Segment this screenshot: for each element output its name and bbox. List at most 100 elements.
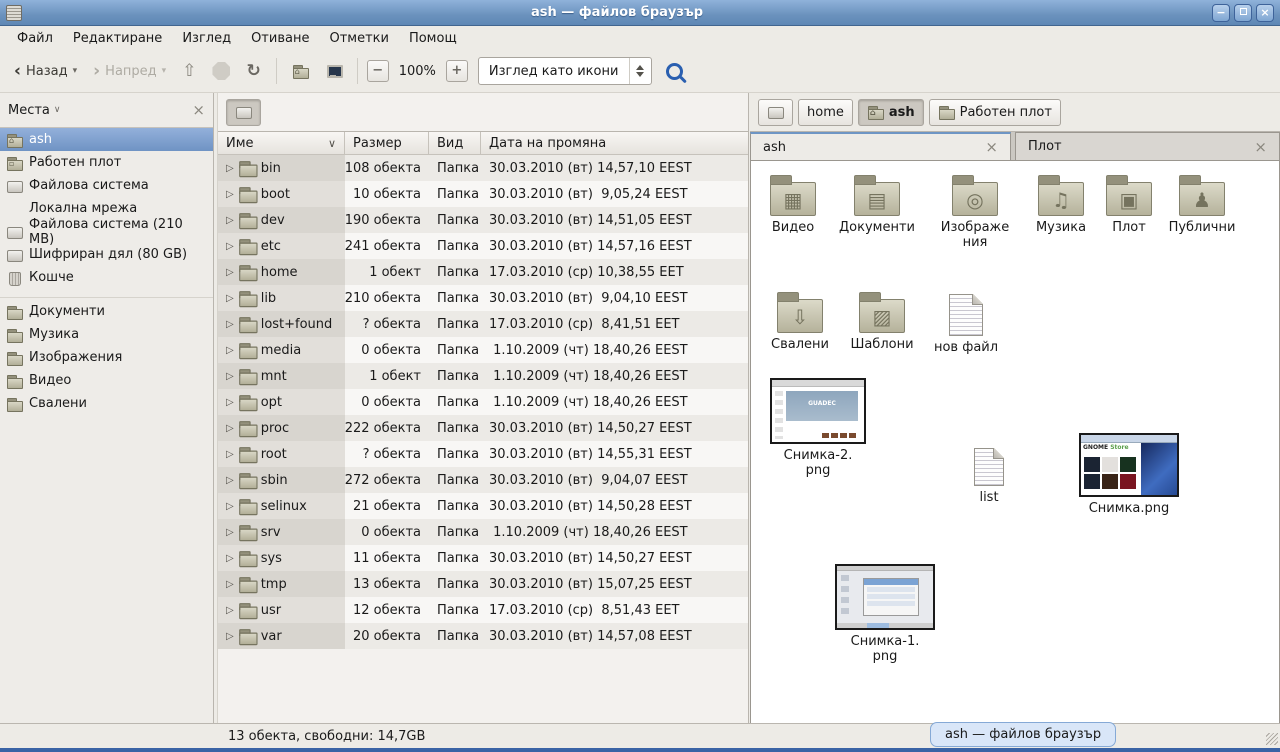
expander-icon[interactable]: ▷ <box>226 449 234 460</box>
close-button[interactable]: × <box>1256 4 1274 22</box>
sidebar-item-Видео[interactable]: Видео <box>0 369 213 392</box>
table-row[interactable]: ▷dev190 обектаПапка30.03.2010 (вт) 14,51… <box>218 207 748 233</box>
expander-icon[interactable]: ▷ <box>226 241 234 252</box>
menu-item-отиване[interactable]: Отиване <box>242 29 318 48</box>
sidebar-item-Свалени[interactable]: Свалени <box>0 392 213 415</box>
stop-button[interactable] <box>206 58 236 84</box>
reload-button[interactable]: ↻ <box>240 57 266 85</box>
tab-ash[interactable]: ash× <box>750 132 1011 160</box>
file-item-Свалени[interactable]: ⇩Свалени <box>758 290 842 352</box>
table-row[interactable]: ▷media0 обектаПапка 1.10.2009 (чт) 18,40… <box>218 337 748 363</box>
table-row[interactable]: ▷srv0 обектаПапка 1.10.2009 (чт) 18,40,2… <box>218 519 748 545</box>
computer-button[interactable] <box>319 59 348 83</box>
file-item-Снимка.png[interactable]: GNOME StoreСнимка.png <box>1074 433 1184 516</box>
sidebar-item-Изображения[interactable]: Изображения <box>0 346 213 369</box>
file-item-Публични[interactable]: ♟Публични <box>1160 173 1244 235</box>
sidebar-item-Файлова система[interactable]: Файлова система <box>0 174 213 197</box>
expander-icon[interactable]: ▷ <box>226 527 234 538</box>
breadcrumb-button-root[interactable] <box>226 99 261 126</box>
table-row[interactable]: ▷bin108 обектаПапка30.03.2010 (вт) 14,57… <box>218 155 748 181</box>
search-icon[interactable] <box>666 63 683 80</box>
sidebar-item-Файлова система (210 MB)[interactable]: Файлова система (210 MB) <box>0 220 213 243</box>
up-button[interactable]: ⇧ <box>176 57 202 85</box>
view-mode-combo[interactable]: Изглед като икони <box>478 57 652 85</box>
forward-button[interactable]: › Напред ▾ <box>87 60 172 83</box>
resize-grip[interactable] <box>1266 733 1278 745</box>
file-item-Плот[interactable]: ▣Плот <box>1087 173 1171 235</box>
sidebar-header-selector[interactable]: Места ∨ <box>8 103 61 118</box>
titlebar[interactable]: ash — файлов браузър − × <box>0 0 1280 26</box>
menu-item-редактиране[interactable]: Редактиране <box>64 29 171 48</box>
table-row[interactable]: ▷sys11 обектаПапка30.03.2010 (вт) 14,50,… <box>218 545 748 571</box>
sidebar-item-Кошче[interactable]: Кошче <box>0 266 213 289</box>
file-item-Изображения[interactable]: ◎Изображения <box>933 173 1017 250</box>
table-row[interactable]: ▷root? обектаПапка30.03.2010 (вт) 14,55,… <box>218 441 748 467</box>
maximize-button[interactable] <box>1234 4 1252 22</box>
sidebar-item-Музика[interactable]: Музика <box>0 323 213 346</box>
file-item-Снимка-2.png[interactable]: GUADECСнимка-2.png <box>763 378 873 478</box>
table-row[interactable]: ▷sbin272 обектаПапка30.03.2010 (вт) 9,04… <box>218 467 748 493</box>
expander-icon[interactable]: ▷ <box>226 293 234 304</box>
file-item-Документи[interactable]: ▤Документи <box>835 173 919 235</box>
expander-icon[interactable]: ▷ <box>226 345 234 356</box>
forward-dropdown-icon[interactable]: ▾ <box>162 66 167 76</box>
expander-icon[interactable]: ▷ <box>226 267 234 278</box>
file-item-Шаблони[interactable]: ▨Шаблони <box>840 290 924 352</box>
table-row[interactable]: ▷mnt1 обектПапка 1.10.2009 (чт) 18,40,26… <box>218 363 748 389</box>
column-header-name[interactable]: Име ∨ <box>218 132 345 154</box>
tab-close-icon[interactable]: × <box>985 141 998 153</box>
expander-icon[interactable]: ▷ <box>226 163 234 174</box>
expander-icon[interactable]: ▷ <box>226 319 234 330</box>
table-row[interactable]: ▷opt0 обектаПапка 1.10.2009 (чт) 18,40,2… <box>218 389 748 415</box>
expander-icon[interactable]: ▷ <box>226 631 234 642</box>
table-row[interactable]: ▷lost+found? обектаПапка17.03.2010 (ср) … <box>218 311 748 337</box>
sidebar-item-Шифриран дял (80 GB)[interactable]: Шифриран дял (80 GB) <box>0 243 213 266</box>
expander-icon[interactable]: ▷ <box>226 189 234 200</box>
table-row[interactable]: ▷selinux21 обектаПапка30.03.2010 (вт) 14… <box>218 493 748 519</box>
table-row[interactable]: ▷boot10 обектаПапка30.03.2010 (вт) 9,05,… <box>218 181 748 207</box>
table-row[interactable]: ▷etc241 обектаПапка30.03.2010 (вт) 14,57… <box>218 233 748 259</box>
expander-icon[interactable]: ▷ <box>226 423 234 434</box>
file-item-list[interactable]: list <box>934 444 1044 505</box>
breadcrumb-button-root[interactable] <box>758 99 793 126</box>
home-button[interactable]: ⌂ <box>286 59 315 83</box>
expander-icon[interactable]: ▷ <box>226 553 234 564</box>
table-row[interactable]: ▷usr12 обектаПапка17.03.2010 (ср) 8,51,4… <box>218 597 748 623</box>
breadcrumb-button-ash[interactable]: ⌂ash <box>858 99 924 126</box>
table-row[interactable]: ▷tmp13 обектаПапка30.03.2010 (вт) 15,07,… <box>218 571 748 597</box>
table-row[interactable]: ▷lib210 обектаПапка30.03.2010 (вт) 9,04,… <box>218 285 748 311</box>
taskbar-window-button[interactable]: ash — файлов браузър <box>930 722 1116 747</box>
table-row[interactable]: ▷var20 обектаПапка30.03.2010 (вт) 14,57,… <box>218 623 748 649</box>
column-header-date[interactable]: Дата на промяна <box>481 132 748 154</box>
combo-stepper-icon[interactable] <box>629 58 651 84</box>
back-button[interactable]: ‹ Назад ▾ <box>8 60 83 83</box>
expander-icon[interactable]: ▷ <box>226 397 234 408</box>
file-item-Видео[interactable]: ▦Видео <box>751 173 835 235</box>
column-header-size[interactable]: Размер <box>345 132 429 154</box>
zoom-in-button[interactable]: + <box>446 60 468 82</box>
zoom-out-button[interactable]: − <box>367 60 389 82</box>
minimize-button[interactable]: − <box>1212 4 1230 22</box>
breadcrumb-button-home[interactable]: home <box>798 99 853 126</box>
expander-icon[interactable]: ▷ <box>226 579 234 590</box>
breadcrumb-button-Работен плот[interactable]: Работен плот <box>929 99 1061 126</box>
menu-item-отметки[interactable]: Отметки <box>320 29 397 48</box>
menu-item-изглед[interactable]: Изглед <box>173 29 240 48</box>
back-dropdown-icon[interactable]: ▾ <box>73 66 78 76</box>
tab-close-icon[interactable]: × <box>1254 141 1267 153</box>
table-row[interactable]: ▷proc222 обектаПапка30.03.2010 (вт) 14,5… <box>218 415 748 441</box>
menu-item-помощ[interactable]: Помощ <box>400 29 466 48</box>
table-row[interactable]: ▷home1 обектПапка17.03.2010 (ср) 10,38,5… <box>218 259 748 285</box>
sidebar-item-Работен плот[interactable]: ▫Работен плот <box>0 151 213 174</box>
expander-icon[interactable]: ▷ <box>226 475 234 486</box>
expander-icon[interactable]: ▷ <box>226 371 234 382</box>
expander-icon[interactable]: ▷ <box>226 215 234 226</box>
sidebar-item-ash[interactable]: ⌂ash <box>0 128 213 151</box>
expander-icon[interactable]: ▷ <box>226 501 234 512</box>
file-item-нов файл[interactable]: нов файл <box>924 290 1008 355</box>
sidebar-close-icon[interactable]: × <box>192 104 205 116</box>
file-item-Снимка-1.png[interactable]: Снимка-1.png <box>830 564 940 664</box>
menu-item-файл[interactable]: Файл <box>8 29 62 48</box>
sidebar-item-Документи[interactable]: Документи <box>0 300 213 323</box>
column-header-type[interactable]: Вид <box>429 132 481 154</box>
